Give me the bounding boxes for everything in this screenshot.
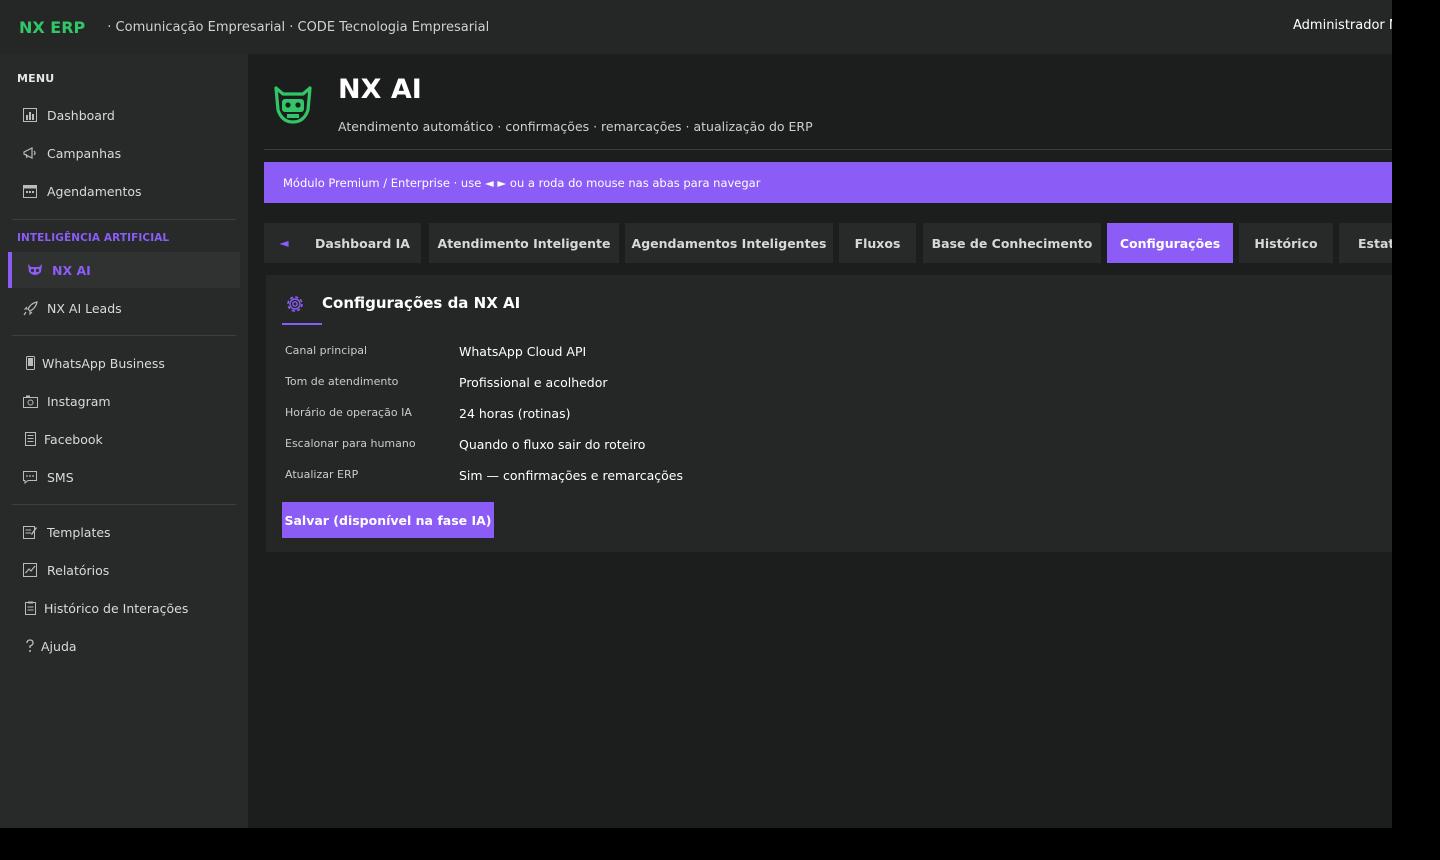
chart-check-icon: [21, 561, 39, 579]
camera-icon: [21, 392, 39, 410]
ai-section-title: INTELIGÊNCIA ARTIFICIAL: [17, 232, 170, 244]
sidebar-item-label: Dashboard: [47, 107, 115, 123]
tab-atendimento-inteligente[interactable]: Atendimento Inteligente: [429, 223, 619, 263]
setting-label: Escalonar para humano: [285, 437, 416, 450]
title-underline: [282, 323, 322, 325]
tab-historico[interactable]: Histórico: [1239, 223, 1333, 263]
header-divider: [264, 149, 1392, 150]
setting-value: Quando o fluxo sair do roteiro: [459, 437, 646, 452]
setting-value: 24 horas (rotinas): [459, 406, 571, 421]
robot-icon: [270, 80, 316, 126]
sidebar-item-label: Ajuda: [41, 638, 77, 654]
organization-name: · Comunicação Empresarial · CODE Tecnolo…: [107, 19, 490, 35]
sidebar-item-templates[interactable]: Templates: [8, 514, 240, 550]
sidebar-item-instagram[interactable]: Instagram: [8, 383, 240, 419]
tab-configuracoes[interactable]: Configurações: [1107, 223, 1233, 263]
setting-value: Profissional e acolhedor: [459, 375, 608, 390]
sidebar-item-dashboard[interactable]: Dashboard: [8, 97, 240, 133]
bar-chart-icon: [21, 106, 39, 124]
setting-value: Sim — confirmações e remarcações: [459, 468, 683, 483]
tab-estatisticas[interactable]: Estat: [1339, 223, 1392, 263]
sidebar-item-nx-ai-leads[interactable]: NX AI Leads: [8, 290, 240, 326]
tab-dashboard-ia[interactable]: Dashboard IA: [304, 223, 421, 263]
tab-fluxos[interactable]: Fluxos: [839, 223, 916, 263]
sidebar-item-nx-ai[interactable]: NX AI: [8, 252, 240, 288]
app-window: NX ERP · Comunicação Empresarial · CODE …: [0, 0, 1392, 828]
brand-logo[interactable]: NX ERP: [19, 18, 85, 37]
tab-agendamentos-inteligentes[interactable]: Agendamentos Inteligentes: [625, 223, 833, 263]
setting-value: WhatsApp Cloud API: [459, 344, 587, 359]
top-bar: NX ERP · Comunicação Empresarial · CODE …: [0, 0, 1392, 54]
chat-icon: [21, 468, 39, 486]
sidebar-item-campanhas[interactable]: Campanhas: [8, 135, 240, 171]
sidebar-item-whatsapp-business[interactable]: WhatsApp Business: [8, 345, 240, 381]
sidebar-item-label: SMS: [47, 469, 74, 485]
book-icon: [21, 430, 39, 448]
sidebar-item-label: WhatsApp Business: [42, 355, 165, 371]
sidebar-item-label: Instagram: [47, 393, 111, 409]
premium-banner: Módulo Premium / Enterprise · use ◄ ► ou…: [264, 162, 1392, 203]
sidebar-item-historico-interacoes[interactable]: Histórico de Interações: [8, 590, 240, 626]
sidebar: MENU Dashboard Campanhas Agendamentos IN…: [0, 54, 248, 828]
sidebar-item-label: Agendamentos: [47, 183, 142, 199]
sidebar-item-label: NX AI: [52, 262, 91, 278]
sidebar-divider: [12, 504, 236, 505]
question-icon: [21, 637, 39, 655]
tab-base-conhecimento[interactable]: Base de Conhecimento: [923, 223, 1101, 263]
sidebar-item-label: NX AI Leads: [47, 300, 122, 316]
robot-icon: [26, 261, 44, 279]
megaphone-icon: [21, 144, 39, 162]
menu-title: MENU: [17, 72, 55, 85]
save-button[interactable]: Salvar (disponível na fase IA): [282, 502, 494, 538]
memo-icon: [21, 523, 39, 541]
setting-label: Canal principal: [285, 344, 368, 357]
sidebar-item-sms[interactable]: SMS: [8, 459, 240, 495]
sidebar-divider: [12, 219, 236, 220]
tab-bar: ◄ Dashboard IA Atendimento Inteligente A…: [264, 223, 1392, 263]
sidebar-item-label: Campanhas: [47, 145, 122, 161]
settings-title: Configurações da NX AI: [322, 294, 521, 312]
sidebar-item-facebook[interactable]: Facebook: [8, 421, 240, 457]
tabs-prev-button[interactable]: ◄: [264, 223, 304, 263]
rocket-icon: [21, 299, 39, 317]
user-menu[interactable]: Administrador M: [1293, 18, 1392, 33]
settings-card: Configurações da NX AI Canal principal W…: [266, 275, 1392, 552]
sidebar-item-agendamentos[interactable]: Agendamentos: [8, 173, 240, 209]
calendar-icon: [21, 182, 39, 200]
setting-label: Atualizar ERP: [285, 468, 359, 481]
page-subtitle: Atendimento automático · confirmações · …: [338, 119, 813, 134]
gear-icon: [284, 293, 306, 315]
clipboard-icon: [21, 599, 39, 617]
setting-label: Tom de atendimento: [285, 375, 399, 388]
setting-label: Horário de operação IA: [285, 406, 412, 419]
phone-icon: [21, 354, 39, 372]
sidebar-item-label: Templates: [47, 524, 111, 540]
sidebar-item-label: Histórico de Interações: [44, 600, 189, 616]
sidebar-item-label: Relatórios: [47, 562, 110, 578]
main-content: NX AI Atendimento automático · confirmaç…: [248, 54, 1392, 828]
page-title: NX AI: [338, 74, 422, 105]
sidebar-item-relatorios[interactable]: Relatórios: [8, 552, 240, 588]
sidebar-divider: [12, 335, 236, 336]
sidebar-item-label: Facebook: [44, 431, 103, 447]
sidebar-item-ajuda[interactable]: Ajuda: [8, 628, 240, 664]
